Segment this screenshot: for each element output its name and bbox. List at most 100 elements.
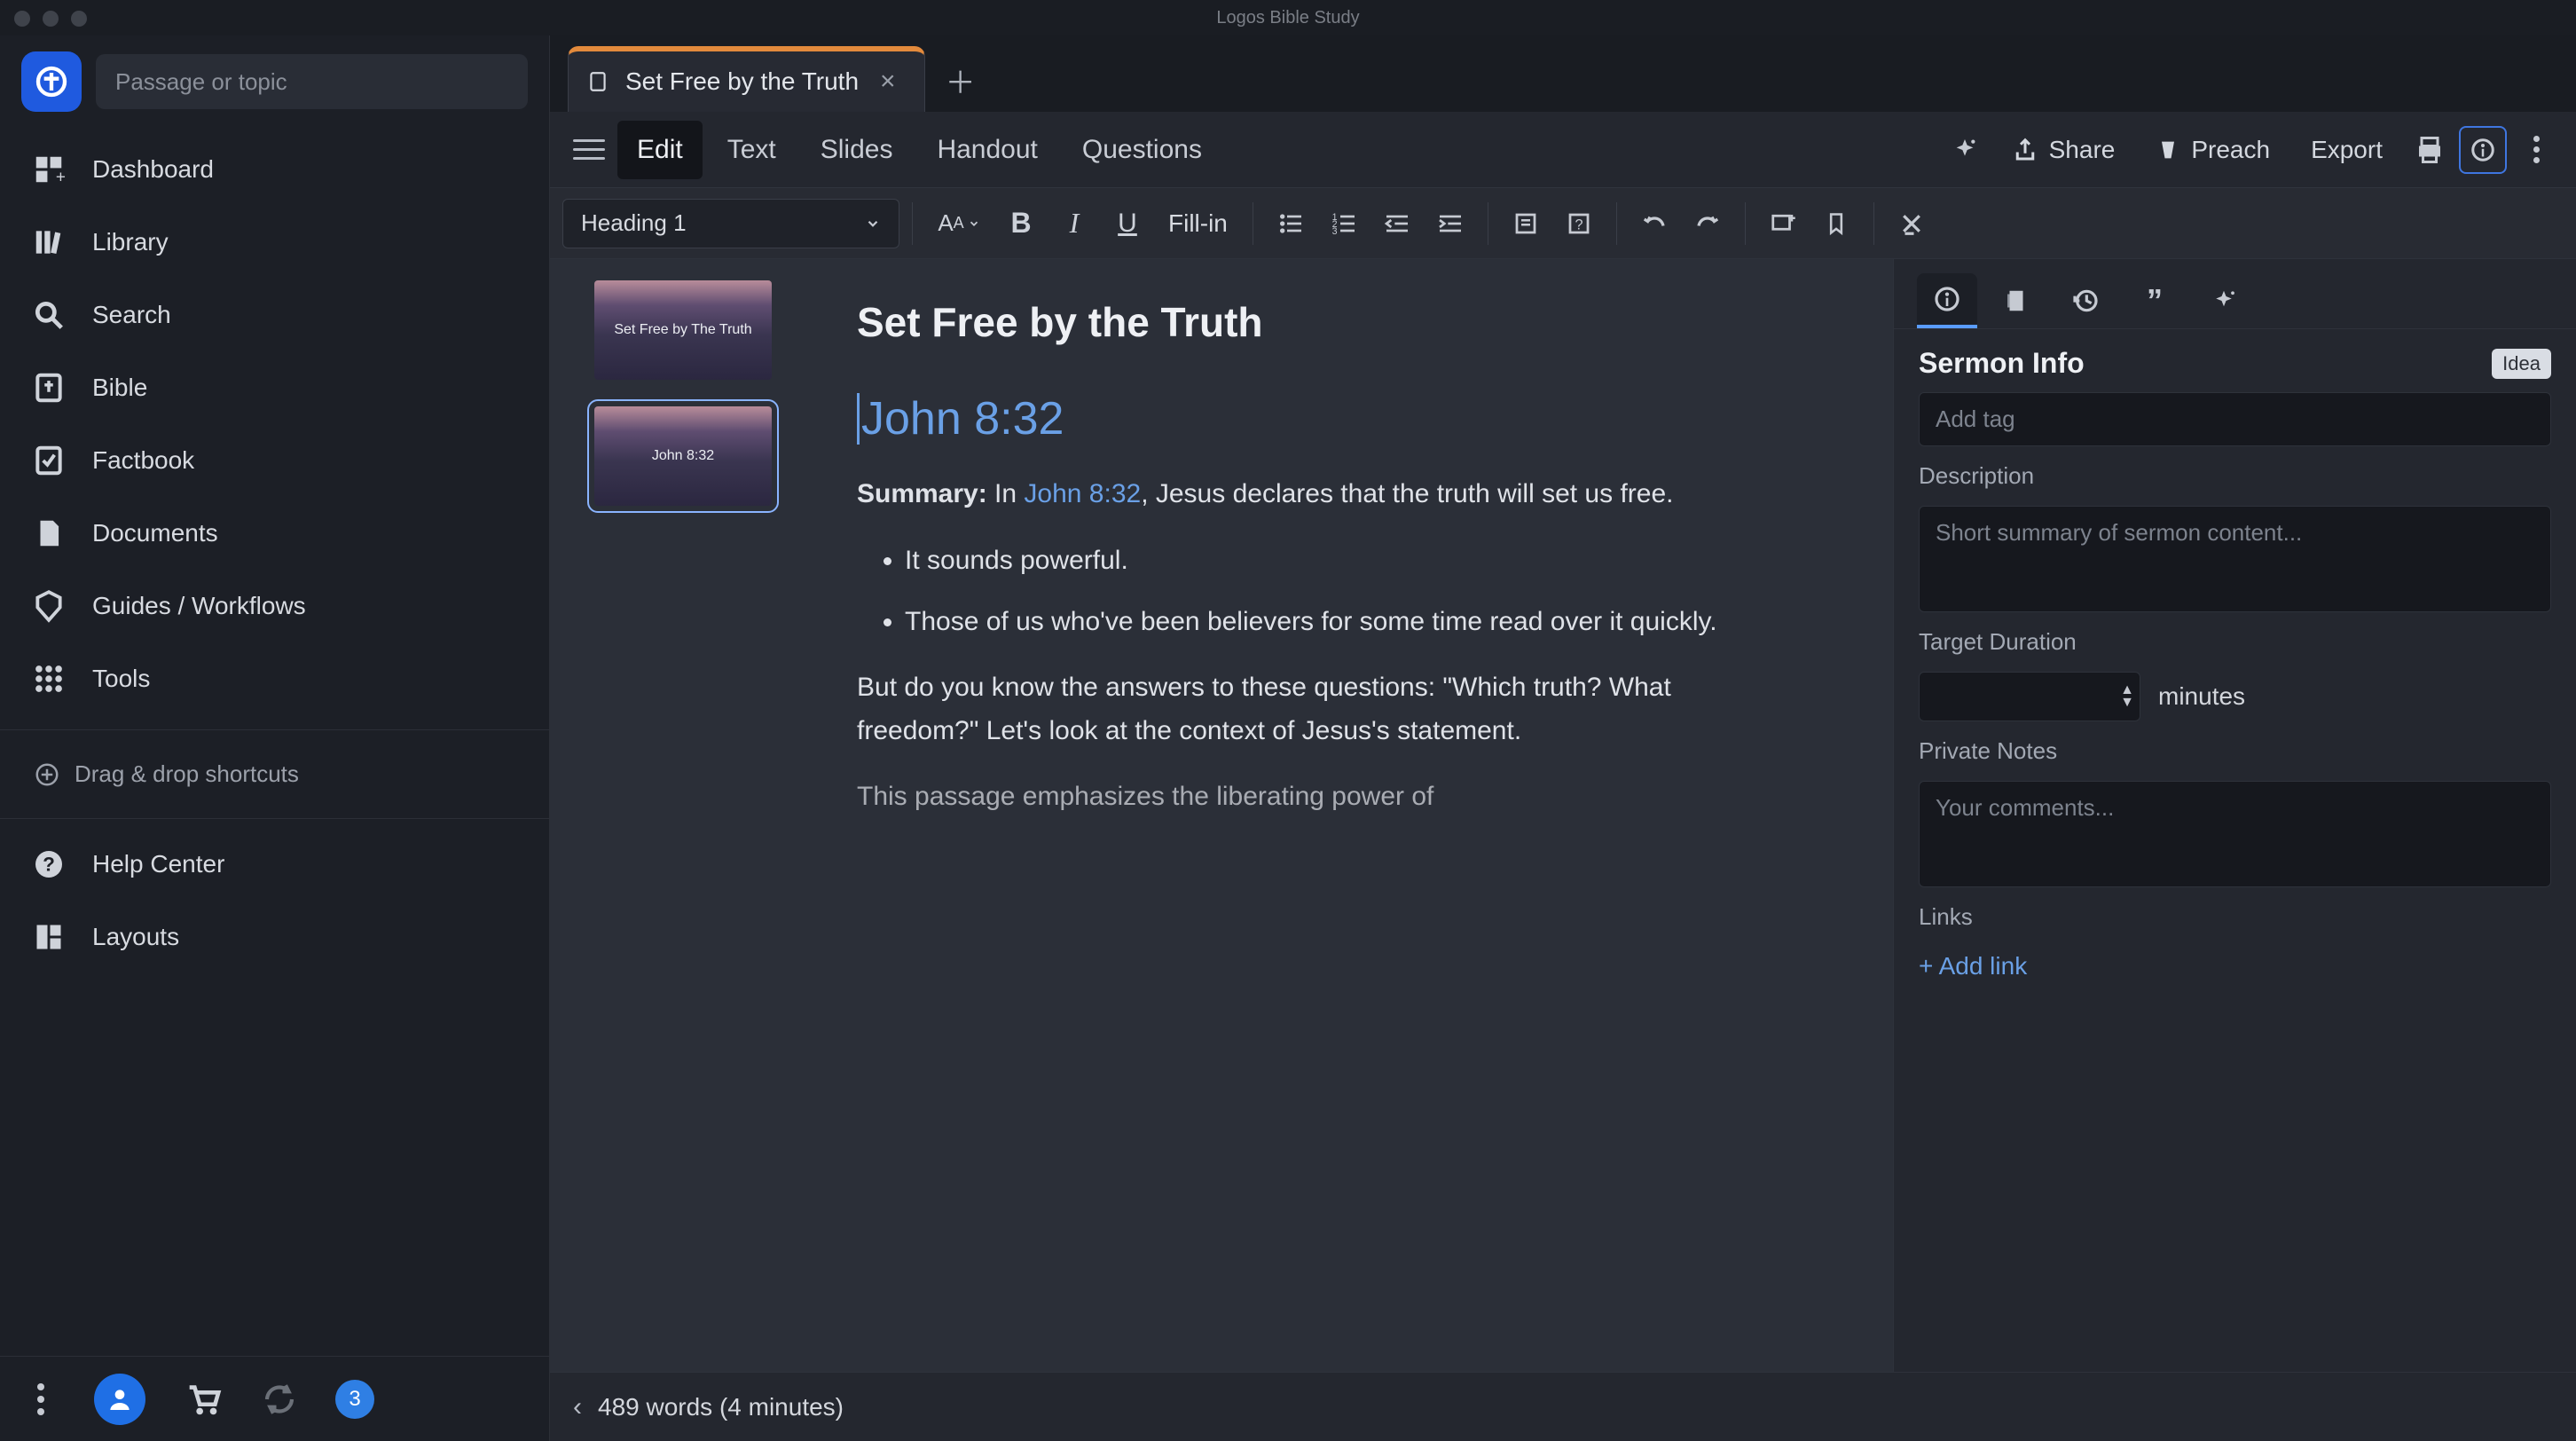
nav-bible[interactable]: Bible <box>0 351 549 424</box>
account-avatar[interactable] <box>94 1374 145 1425</box>
nav-documents[interactable]: Documents <box>0 497 549 570</box>
duration-stepper[interactable]: ▲▼ <box>1919 672 2140 721</box>
bookmark-button[interactable] <box>1811 199 1861 248</box>
paragraph-style-select[interactable]: Heading 1 <box>562 199 899 248</box>
inspector-tab-outline[interactable] <box>1986 273 2046 328</box>
panel-menu-button[interactable] <box>566 132 612 167</box>
share-button[interactable]: Share <box>1994 127 2133 173</box>
slide-thumbnail[interactable]: Set Free by The Truth <box>594 280 772 380</box>
inspector-tab-ai[interactable] <box>2194 273 2254 328</box>
logos-home-button[interactable] <box>21 51 82 112</box>
numbered-list-button[interactable]: 123 <box>1319 199 1369 248</box>
nav-layouts[interactable]: Layouts <box>0 901 549 963</box>
sermon-editor[interactable]: Set Free by the Truth John 8:32 Summary:… <box>816 259 1893 1372</box>
nav-label: Documents <box>92 519 218 547</box>
notification-badge[interactable]: 3 <box>335 1380 374 1419</box>
mode-handout[interactable]: Handout <box>917 121 1056 179</box>
nav-search[interactable]: Search <box>0 279 549 351</box>
nav-guides[interactable]: Guides / Workflows <box>0 570 549 642</box>
tag-input[interactable] <box>1919 392 2551 446</box>
cart-button[interactable] <box>183 1379 224 1420</box>
logos-icon <box>34 64 69 99</box>
mode-text[interactable]: Text <box>708 121 796 179</box>
help-icon: ? <box>30 846 67 883</box>
status-back-button[interactable]: ‹ <box>573 1392 582 1422</box>
nav-factbook[interactable]: Factbook <box>0 424 549 497</box>
nav-label: Guides / Workflows <box>92 592 306 620</box>
ai-sparkle-button[interactable] <box>1941 126 1989 174</box>
mode-edit[interactable]: Edit <box>617 121 703 179</box>
insert-block-button[interactable] <box>1501 199 1551 248</box>
add-slide-button[interactable] <box>1758 199 1808 248</box>
nav-tools[interactable]: Tools <box>0 642 549 715</box>
description-input[interactable] <box>1919 506 2551 612</box>
nav-library[interactable]: Library <box>0 206 549 279</box>
indent-button[interactable] <box>1425 199 1475 248</box>
slide-thumbnail[interactable]: John 8:32 <box>594 406 772 506</box>
bullet-list-button[interactable] <box>1266 199 1315 248</box>
search-input[interactable] <box>96 54 528 109</box>
nav-list: + Dashboard Library Search <box>0 128 549 720</box>
sermon-title: Set Free by the Truth <box>857 298 1831 346</box>
chevron-down-icon <box>968 217 980 230</box>
nav-label: Bible <box>92 374 147 402</box>
toolbar-more-button[interactable] <box>2512 126 2560 174</box>
info-icon <box>1933 285 1961 313</box>
bookmark-icon <box>1824 209 1849 238</box>
word-count: 489 words (4 minutes) <box>598 1393 844 1421</box>
idea-button[interactable]: Idea <box>2492 349 2551 379</box>
add-link-button[interactable]: + Add link <box>1919 952 2551 980</box>
tab-close-button[interactable]: × <box>875 67 901 97</box>
links-label: Links <box>1919 903 2551 931</box>
passage-link[interactable]: John 8:32 <box>1024 479 1141 508</box>
inspector-tab-info[interactable] <box>1917 273 1977 328</box>
sidebar-divider <box>0 729 549 730</box>
inspector-tab-quotes[interactable]: ” <box>2124 273 2185 328</box>
svg-text:3: 3 <box>1332 226 1338 237</box>
nav-help-center[interactable]: ? Help Center <box>0 828 549 901</box>
nav-dashboard[interactable]: + Dashboard <box>0 133 549 206</box>
outdent-button[interactable] <box>1372 199 1422 248</box>
drag-drop-hint[interactable]: Drag & drop shortcuts <box>0 739 549 809</box>
private-notes-label: Private Notes <box>1919 737 2551 765</box>
tools-icon <box>30 660 67 697</box>
private-notes-input[interactable] <box>1919 781 2551 887</box>
history-icon <box>2071 287 2100 315</box>
svg-text:?: ? <box>1575 217 1583 232</box>
document-tabstrip: Set Free by the Truth × ＋ <box>550 35 2576 112</box>
mode-slides[interactable]: Slides <box>801 121 913 179</box>
tab-add-button[interactable]: ＋ <box>934 53 987 106</box>
sync-button[interactable] <box>261 1381 298 1418</box>
info-panel-toggle[interactable] <box>2459 126 2507 174</box>
italic-button[interactable]: I <box>1049 199 1099 248</box>
bold-button[interactable]: B <box>996 199 1046 248</box>
fillin-button[interactable]: Fill-in <box>1156 209 1240 238</box>
body-paragraph: This passage emphasizes the liberating p… <box>857 775 1744 819</box>
insert-question-button[interactable]: ? <box>1554 199 1604 248</box>
document-toolbar: Edit Text Slides Handout Questions Share… <box>550 112 2576 188</box>
stepper-arrows-icon: ▲▼ <box>2120 684 2134 709</box>
export-button[interactable]: Export <box>2293 127 2400 173</box>
inspector-tab-history[interactable] <box>2055 273 2116 328</box>
slide-thumb-label: Set Free by The Truth <box>614 322 751 338</box>
mode-questions[interactable]: Questions <box>1063 121 1221 179</box>
traffic-close-icon[interactable] <box>14 11 30 27</box>
left-sidebar: + Dashboard Library Search <box>0 35 550 1441</box>
more-menu-button[interactable] <box>25 1383 57 1415</box>
undo-button[interactable] <box>1630 199 1679 248</box>
underline-button[interactable]: U <box>1103 199 1152 248</box>
content-row: Set Free by The Truth John 8:32 Set Free… <box>550 259 2576 1372</box>
slide-thumb-label: John 8:32 <box>652 448 714 464</box>
app-window: Logos Bible Study + <box>0 0 2576 1441</box>
document-tab[interactable]: Set Free by the Truth × <box>568 46 925 112</box>
font-size-button[interactable]: AA <box>925 199 993 248</box>
target-duration-label: Target Duration <box>1919 628 2551 656</box>
traffic-minimize-icon[interactable] <box>43 11 59 27</box>
nav-label: Help Center <box>92 850 224 878</box>
redo-button[interactable] <box>1683 199 1732 248</box>
clear-formatting-button[interactable] <box>1887 199 1936 248</box>
print-button[interactable] <box>2406 126 2454 174</box>
preach-button[interactable]: Preach <box>2138 127 2288 173</box>
nav-label: Library <box>92 228 169 256</box>
traffic-zoom-icon[interactable] <box>71 11 87 27</box>
